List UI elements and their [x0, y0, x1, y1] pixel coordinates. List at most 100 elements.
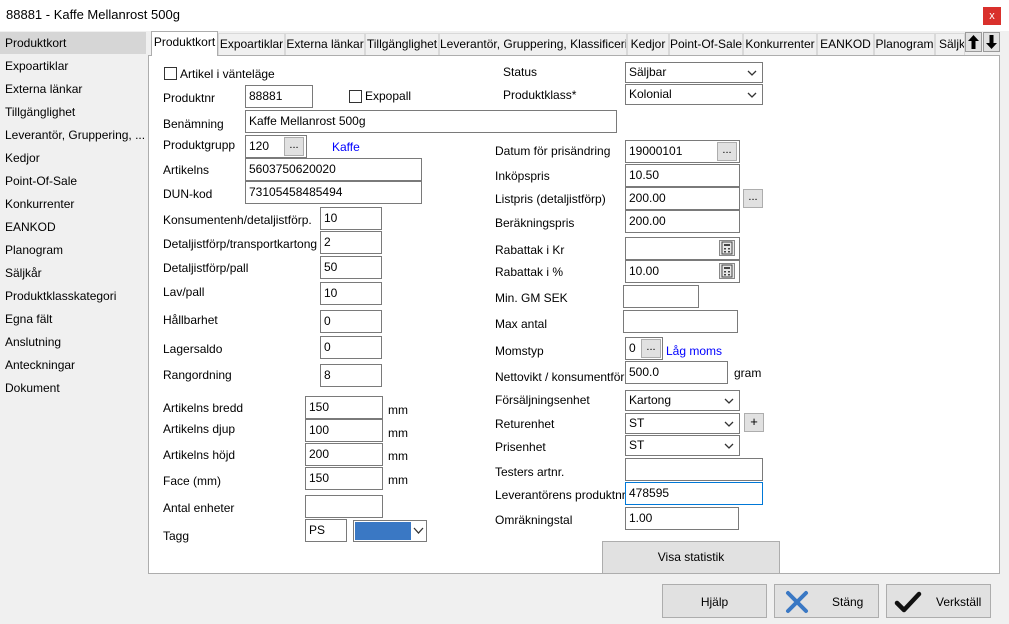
- tab-konkurrenter[interactable]: Konkurrenter: [743, 33, 817, 55]
- produktgrupp-link[interactable]: Kaffe: [332, 140, 360, 154]
- lav-pall-input[interactable]: 10: [320, 282, 382, 305]
- expopall-label: Expopall: [365, 89, 412, 103]
- inkopspris-input[interactable]: 10.50: [625, 164, 740, 187]
- hojd-input[interactable]: 200: [305, 443, 383, 466]
- sidebar-item-expoartiklar[interactable]: Expoartiklar: [0, 55, 146, 77]
- momstyp-browse-button[interactable]: ...: [641, 339, 661, 358]
- tab-expoartiklar[interactable]: Expoartiklar: [218, 33, 285, 55]
- sidebar-item-egna-falt[interactable]: Egna fält: [0, 308, 146, 330]
- artikelns-input[interactable]: 5603750620020: [245, 158, 422, 181]
- status-select[interactable]: Säljbar: [625, 62, 763, 83]
- waiting-checkbox[interactable]: [164, 67, 177, 80]
- djup-input[interactable]: 100: [305, 419, 383, 442]
- produktklass-label: Produktklass*: [503, 88, 577, 102]
- arrow-down-icon: [986, 35, 997, 49]
- lagersaldo-input[interactable]: 0: [320, 336, 382, 359]
- sidebar-item-leverantor[interactable]: Leverantör, Gruppering, ...: [0, 124, 146, 146]
- rabatt-pct-calculator-button[interactable]: [719, 263, 735, 279]
- sidebar-item-eankod[interactable]: EANKOD: [0, 216, 146, 238]
- bredd-label: Artikelns bredd: [163, 401, 244, 415]
- prisenhet-select[interactable]: ST: [625, 435, 740, 456]
- dunkod-input[interactable]: 73105458485494: [245, 181, 422, 204]
- tab-scroll-down-button[interactable]: [983, 32, 1000, 52]
- returenhet-value: ST: [629, 416, 645, 430]
- sidebar-item-produktkort[interactable]: Produktkort: [0, 32, 146, 54]
- produktgrupp-browse-button[interactable]: ...: [284, 137, 304, 156]
- detaljist-pall-input[interactable]: 50: [320, 256, 382, 279]
- detaljist-transport-input[interactable]: 2: [320, 231, 382, 254]
- lav-pall-label: Lav/pall: [163, 285, 205, 299]
- sidebar-item-anteckningar[interactable]: Anteckningar: [0, 354, 146, 376]
- title-bar: 88881 - Kaffe Mellanrost 500g x: [0, 0, 1009, 31]
- max-antal-input[interactable]: [623, 310, 738, 333]
- returenhet-add-button[interactable]: +: [744, 413, 764, 432]
- nettovikt-unit: gram: [734, 366, 762, 380]
- omrakningstal-input[interactable]: 1.00: [625, 507, 739, 530]
- chevron-down-icon: [413, 527, 424, 534]
- close-window-button[interactable]: x: [983, 7, 1001, 25]
- sidebar-item-konkurrenter[interactable]: Konkurrenter: [0, 193, 146, 215]
- sidebar-item-planogram[interactable]: Planogram: [0, 239, 146, 261]
- hallbarhet-input[interactable]: 0: [320, 310, 382, 333]
- bredd-input[interactable]: 150: [305, 396, 383, 419]
- produktnr-input[interactable]: 88881: [245, 85, 313, 108]
- lev-produktnr-input[interactable]: 478595: [625, 482, 763, 505]
- sidebar-item-kedjor[interactable]: Kedjor: [0, 147, 146, 169]
- tagg-color-picker[interactable]: [353, 520, 427, 542]
- benamning-input[interactable]: Kaffe Mellanrost 500g: [245, 110, 617, 133]
- sidebar-item-saljkar[interactable]: Säljkår: [0, 262, 146, 284]
- rabatt-kr-label: Rabattak i Kr: [495, 243, 565, 257]
- tab-tillganglighet[interactable]: Tillgänglighet: [365, 33, 439, 55]
- min-gm-label: Min. GM SEK: [495, 291, 568, 305]
- listpris-input[interactable]: 200.00: [625, 187, 740, 210]
- tab-saljkar[interactable]: Säljk: [935, 33, 965, 55]
- tab-produktkort[interactable]: Produktkort: [151, 31, 218, 56]
- help-button[interactable]: Hjälp: [662, 584, 767, 618]
- face-input[interactable]: 150: [305, 467, 383, 490]
- sidebar-item-dokument[interactable]: Dokument: [0, 377, 146, 399]
- forsaljningsenhet-select[interactable]: Kartong: [625, 390, 740, 411]
- momstyp-link[interactable]: Låg moms: [666, 344, 722, 358]
- sidebar-item-externa-lankar[interactable]: Externa länkar: [0, 78, 146, 100]
- detaljist-transport-label: Detaljistförp/transportkartong: [163, 237, 318, 251]
- min-gm-input[interactable]: [623, 285, 699, 308]
- tab-point-of-sale[interactable]: Point-Of-Sale: [669, 33, 743, 55]
- visa-statistik-button[interactable]: Visa statistik: [602, 541, 780, 574]
- datum-browse-button[interactable]: ...: [717, 142, 737, 161]
- berakningspris-input[interactable]: 200.00: [625, 210, 740, 233]
- sidebar-item-produktklasskategori[interactable]: Produktklasskategori: [0, 285, 146, 307]
- tab-planogram[interactable]: Planogram: [874, 33, 935, 55]
- rangordning-label: Rangordning: [163, 368, 232, 382]
- produktklass-select[interactable]: Kolonial: [625, 84, 763, 105]
- expopall-checkbox[interactable]: [349, 90, 362, 103]
- tab-leverantor[interactable]: Leverantör, Gruppering, Klassificering: [439, 33, 627, 55]
- rangordning-input[interactable]: 8: [320, 364, 382, 387]
- prisenhet-label: Prisenhet: [495, 440, 546, 454]
- tab-externa-lankar[interactable]: Externa länkar: [285, 33, 365, 55]
- djup-unit: mm: [388, 426, 408, 440]
- waiting-label: Artikel i vänteläge: [180, 67, 275, 81]
- apply-button[interactable]: Verkställ: [886, 584, 991, 618]
- returenhet-select[interactable]: ST: [625, 413, 740, 434]
- tab-kedjor[interactable]: Kedjor: [627, 33, 669, 55]
- prisenhet-value: ST: [629, 438, 645, 452]
- rabatt-kr-calculator-button[interactable]: [719, 240, 735, 256]
- close-button[interactable]: Stäng: [774, 584, 879, 618]
- max-antal-label: Max antal: [495, 317, 548, 331]
- konsumentenh-input[interactable]: 10: [320, 207, 382, 230]
- tab-eankod[interactable]: EANKOD: [817, 33, 874, 55]
- sidebar-item-tillganglighet[interactable]: Tillgänglighet: [0, 101, 146, 123]
- tab-scroll-up-button[interactable]: [965, 32, 982, 52]
- sidebar-item-point-of-sale[interactable]: Point-Of-Sale: [0, 170, 146, 192]
- chevron-down-icon: [724, 443, 734, 449]
- testers-input[interactable]: [625, 458, 763, 481]
- arrow-up-icon: [968, 35, 979, 49]
- nettovikt-input[interactable]: 500.0: [625, 361, 728, 384]
- antal-enheter-input[interactable]: [305, 495, 383, 518]
- lagersaldo-label: Lagersaldo: [163, 342, 223, 356]
- listpris-browse-button[interactable]: ...: [743, 189, 763, 208]
- tagg-label: Tagg: [163, 529, 190, 543]
- sidebar-item-anslutning[interactable]: Anslutning: [0, 331, 146, 353]
- face-unit: mm: [388, 473, 408, 487]
- tagg-input[interactable]: PS: [305, 519, 347, 542]
